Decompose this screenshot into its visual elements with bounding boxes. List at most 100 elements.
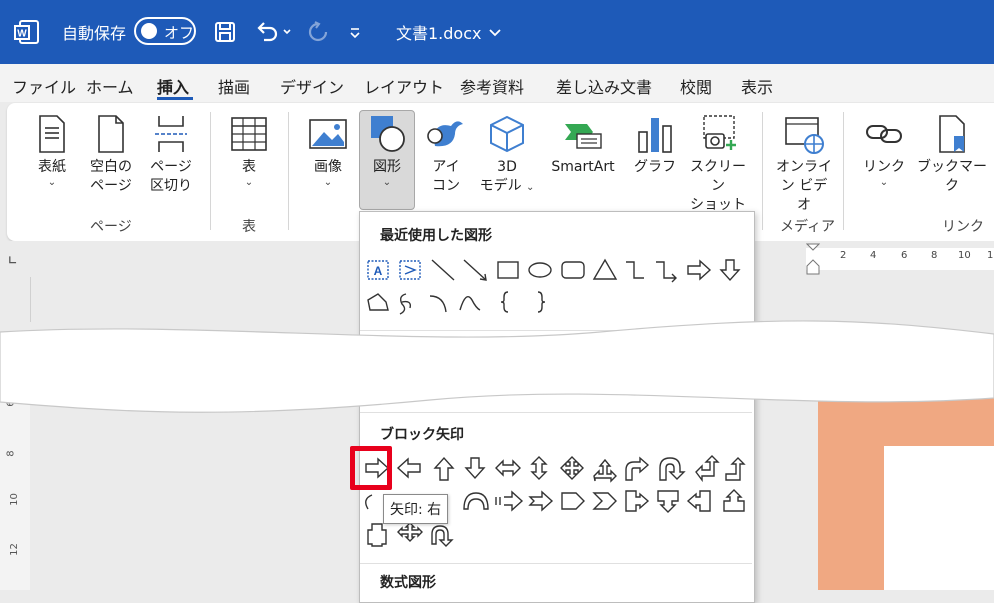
left-right-arrow-callout-icon — [367, 523, 387, 547]
group-label-links: リンク — [942, 219, 984, 235]
autosave-toggle[interactable]: オフ — [134, 17, 196, 45]
vruler-number: 10 — [8, 493, 20, 506]
indent-marker-icon[interactable] — [805, 242, 821, 276]
tab-file[interactable]: ファイル — [12, 74, 76, 98]
chevron-down-icon: ⌄ — [526, 182, 535, 193]
tab-draw[interactable]: 描画 — [218, 74, 250, 98]
recent-shapes-row-1: A — [367, 258, 741, 283]
chevron-down-icon: ⌄ — [382, 177, 392, 188]
title-bar: W 自動保存 オフ 文書1.docx — [0, 0, 994, 64]
block-arrows-row-3 — [367, 522, 454, 547]
link-icon — [866, 125, 902, 143]
shapes-icon — [371, 116, 405, 152]
tab-home[interactable]: ホーム — [86, 74, 134, 98]
margin-line — [30, 277, 31, 322]
up-arrow-icon — [433, 456, 455, 481]
icons-button[interactable]: アイ コン — [425, 114, 467, 196]
page-break-button[interactable]: ページ 区切り — [146, 114, 196, 196]
cover-page-button[interactable]: 表紙 ⌄ — [32, 114, 72, 189]
ruler-number: 6 — [901, 250, 908, 261]
3d-models-button[interactable]: 3D モデル ⌄ — [476, 114, 538, 196]
block-arrows-title: ブロック矢印 — [380, 427, 464, 443]
active-tab-indicator — [157, 97, 193, 100]
smartart-button[interactable]: SmartArt — [544, 114, 622, 177]
chart-button[interactable]: グラフ — [633, 114, 677, 177]
bookmark-label: ブックマーク — [917, 159, 987, 194]
shapes-button[interactable]: 図形 ⌄ — [362, 114, 412, 189]
online-video-label-1: オンライ — [776, 159, 832, 175]
pentagon-arrow-icon — [561, 492, 585, 510]
equation-shapes-title: 数式図形 — [380, 575, 436, 591]
table-icon — [231, 117, 267, 151]
left-right-up-arrow-icon — [593, 458, 617, 483]
online-video-button[interactable]: オンライ ン ビデオ — [776, 114, 832, 215]
screenshot-icon — [703, 115, 736, 150]
rounded-rectangle-icon — [561, 261, 585, 279]
left-brace-icon — [500, 291, 509, 313]
chevron-down-icon: ⌄ — [244, 177, 254, 188]
redo-icon[interactable] — [306, 0, 330, 64]
group-label-table: 表 — [242, 219, 256, 235]
left-arrow-icon — [396, 457, 421, 479]
smartart-icon — [565, 124, 602, 149]
cover-page-icon — [39, 115, 65, 153]
tab-review[interactable]: 校閲 — [680, 74, 712, 98]
svg-text:A: A — [374, 264, 383, 278]
tab-insert[interactable]: 挿入 — [157, 74, 189, 98]
blank-page-button[interactable]: 空白の ページ — [86, 114, 136, 196]
image-button[interactable]: 画像 ⌄ — [305, 114, 351, 189]
tab-view[interactable]: 表示 — [741, 74, 773, 98]
bookmark-button[interactable]: ブックマーク — [914, 114, 990, 196]
right-brace-icon — [537, 291, 546, 313]
curve-icon — [459, 296, 481, 311]
rectangle-icon — [497, 261, 519, 279]
freeform-icon — [367, 293, 389, 311]
selected-shape-highlight — [350, 446, 392, 490]
tab-design[interactable]: デザイン — [280, 74, 344, 98]
chevron-arrow-icon — [592, 492, 617, 510]
tab-mailings[interactable]: 差し込み文書 — [556, 74, 652, 98]
blank-page-label-2: ページ — [90, 178, 132, 194]
chevron-down-icon: ⌄ — [47, 177, 57, 188]
chevron-down-icon: ⌄ — [879, 177, 889, 188]
page-break-label-2: 区切り — [150, 178, 192, 194]
left-arrow-callout-icon — [686, 490, 711, 512]
tab-references[interactable]: 参考資料 — [460, 74, 524, 98]
triangle-icon — [592, 258, 618, 280]
cube-icon — [490, 115, 524, 153]
curved-right-arrow-icon — [365, 494, 373, 510]
elbow-connector-icon — [626, 261, 644, 279]
block-arrows-row-1 — [365, 455, 746, 483]
online-video-label-2: ン ビデオ — [780, 178, 828, 213]
smartart-label: SmartArt — [551, 159, 615, 175]
ruler-number: 2 — [840, 250, 847, 261]
document-shape-inner — [884, 446, 994, 590]
torn-page-break — [0, 320, 994, 413]
down-arrow-icon — [464, 457, 486, 480]
arrow-line-icon — [463, 259, 487, 281]
tab-stop-icon[interactable]: ∟ — [8, 254, 17, 267]
ruler-number: 8 — [931, 250, 938, 261]
autosave-label: 自動保存 — [62, 24, 127, 43]
link-button[interactable]: リンク ⌄ — [860, 114, 908, 189]
save-icon[interactable] — [214, 0, 236, 64]
vertical-text-box-icon — [399, 260, 421, 280]
down-arrow-callout-icon — [657, 490, 679, 513]
table-label: 表 — [242, 159, 256, 175]
chart-label: グラフ — [634, 159, 676, 175]
tab-layout[interactable]: レイアウト — [364, 74, 444, 98]
cover-page-label: 表紙 — [38, 159, 66, 175]
undo-icon[interactable] — [254, 0, 294, 64]
circular-arrow-icon — [431, 525, 454, 547]
document-title[interactable]: 文書1.docx — [396, 0, 503, 64]
notched-right-arrow-icon — [528, 490, 554, 512]
table-button[interactable]: 表 ⌄ — [226, 114, 272, 189]
ruler-number: 1 — [987, 250, 994, 261]
group-separator — [843, 112, 844, 230]
document-title-text: 文書1.docx — [396, 24, 482, 43]
oval-icon — [528, 262, 552, 278]
customize-qat-icon[interactable] — [348, 0, 362, 64]
left-up-arrow-icon — [695, 455, 720, 483]
gallery-divider — [360, 412, 752, 413]
icons-icon — [427, 121, 463, 147]
